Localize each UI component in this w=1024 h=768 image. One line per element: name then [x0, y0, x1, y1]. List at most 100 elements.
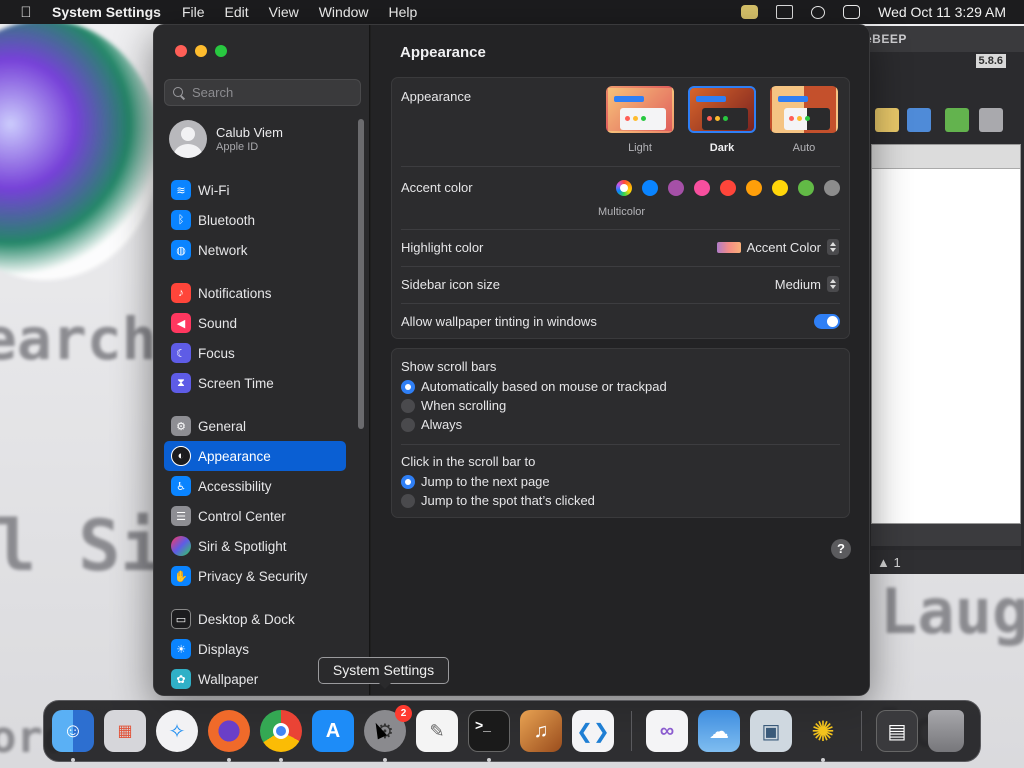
sidebar-item-screen-time[interactable]: ⧗ Screen Time [164, 368, 346, 398]
show-scroll-bars-label: Show scroll bars [401, 359, 497, 374]
hourglass-icon: ⧗ [171, 373, 191, 393]
background-app-status-bar [871, 524, 1021, 546]
finder-icon[interactable]: ☺ [52, 710, 94, 752]
minimize-button[interactable] [195, 45, 207, 57]
accent-pink[interactable] [694, 180, 710, 196]
highlight-color-popup[interactable]: Accent Color [716, 239, 839, 255]
sidebar-icon-size-popup[interactable]: Medium [775, 276, 839, 292]
radio-scroll-when-scrolling[interactable]: When scrolling [401, 398, 506, 413]
radio-button [401, 379, 415, 394]
menu-edit[interactable]: Edit [225, 4, 249, 20]
appearance-icon: ◐ [171, 446, 191, 466]
appearance-option-label: Light [628, 142, 652, 154]
accent-red[interactable] [720, 180, 736, 196]
main-pane: Appearance Appearance Light Dark Auto Ac… [371, 25, 869, 695]
sidebar-item-desktop-dock[interactable]: ▭ Desktop & Dock [164, 604, 346, 634]
scroll-bars-card: Show scroll bars Automatically based on … [391, 348, 850, 518]
menu-file[interactable]: File [182, 4, 205, 20]
search-icon [173, 86, 185, 99]
appearance-option-auto[interactable]: Auto [769, 86, 839, 154]
sidebar-item-label: Focus [198, 345, 235, 361]
visual-studio-icon[interactable]: ∞ [646, 710, 688, 752]
apple-menu-icon[interactable]:  [0, 4, 52, 21]
sidebar-item-wifi[interactable]: ≋ Wi-Fi [164, 175, 346, 205]
vscode-icon[interactable]: ❮❯ [572, 710, 614, 752]
click-scroll-bar-label: Click in the scroll bar to [401, 454, 536, 469]
status-count: 1 [893, 555, 901, 570]
envelope-icon[interactable] [875, 108, 899, 132]
accent-green[interactable] [798, 180, 814, 196]
menu-help[interactable]: Help [389, 4, 418, 20]
bluetooth-icon: ᛒ [171, 210, 191, 230]
accent-blue[interactable] [642, 180, 658, 196]
sidebar-item-general[interactable]: ⚙ General [164, 411, 346, 441]
sidebar-item-sound[interactable]: ◀ Sound [164, 308, 346, 338]
accent-graphite[interactable] [824, 180, 840, 196]
sidebar-scrollbar[interactable] [358, 119, 364, 429]
sidebar-item-network[interactable]: ◍ Network [164, 235, 346, 265]
menu-window[interactable]: Window [319, 4, 369, 20]
radio-jump-next-page[interactable]: Jump to the next page [401, 474, 550, 489]
radio-label: Always [421, 417, 463, 432]
appearance-option-label: Auto [792, 142, 816, 154]
appearance-option-label: Dark [709, 142, 735, 154]
accent-orange[interactable] [746, 180, 762, 196]
bee-status-icon[interactable] [741, 5, 759, 19]
window-status-icon[interactable] [776, 5, 794, 19]
menu-view[interactable]: View [269, 4, 299, 20]
radio-label: Jump to the next page [421, 474, 550, 489]
search-input[interactable] [192, 85, 352, 100]
trash-icon[interactable] [928, 710, 964, 752]
textedit-icon[interactable]: ✎ [416, 710, 458, 752]
firefox-icon[interactable] [208, 710, 250, 752]
network-icon[interactable] [907, 108, 931, 132]
sidebar-item-privacy-security[interactable]: ✋ Privacy & Security [164, 561, 346, 591]
accent-purple[interactable] [668, 180, 684, 196]
accent-yellow[interactable] [772, 180, 788, 196]
sidebar-item-bluetooth[interactable]: ᛒ Bluetooth [164, 205, 346, 235]
menu-app-name[interactable]: System Settings [52, 4, 161, 20]
appearance-option-dark[interactable]: Dark [687, 86, 757, 154]
radio-jump-spot-clicked[interactable]: Jump to the spot that’s clicked [401, 493, 595, 508]
background-app-version: 5.8.6 [975, 54, 1006, 68]
bee-icon[interactable]: ✺ [802, 710, 844, 752]
sidebar-item-label: Appearance [198, 448, 271, 464]
trash-bin-icon[interactable] [979, 108, 1003, 132]
clock[interactable]: Wed Oct 11 3:29 AM [878, 4, 1006, 20]
terminal-icon[interactable]: >_ [468, 710, 510, 752]
search-field[interactable] [164, 79, 361, 106]
control-center-icon[interactable] [843, 5, 861, 19]
spotlight-icon[interactable] [811, 5, 826, 19]
sidebar-item-notifications[interactable]: ♪ Notifications [164, 278, 346, 308]
apple-id-account[interactable]: Calub Viem Apple ID [169, 120, 283, 158]
moon-icon: ☾ [171, 343, 191, 363]
preview-icon[interactable]: ▣ [750, 710, 792, 752]
chrome-icon[interactable] [260, 710, 302, 752]
weather-icon[interactable]: ☁ [698, 710, 740, 752]
background-app-sheet [871, 144, 1021, 524]
launchpad-icon[interactable]: ▦ [104, 710, 146, 752]
sidebar-item-appearance[interactable]: ◐ Appearance [164, 441, 346, 471]
sidebar-item-accessibility[interactable]: ♿ Accessibility [164, 471, 346, 501]
sidebar-item-control-center[interactable]: ☰ Control Center [164, 501, 346, 531]
app-store-icon[interactable]: A [312, 710, 354, 752]
garageband-icon[interactable]: ♫ [520, 710, 562, 752]
radio-scroll-always[interactable]: Always [401, 417, 462, 432]
background-app-window[interactable]: eBEEP 5.8.6 ▲ 1 [862, 26, 1024, 574]
running-indicator [279, 758, 283, 762]
appearance-option-light[interactable]: Light [605, 86, 675, 154]
accent-multicolor[interactable] [616, 180, 632, 196]
help-button[interactable]: ? [831, 539, 851, 559]
radio-scroll-auto[interactable]: Automatically based on mouse or trackpad [401, 379, 667, 394]
background-app-title: eBEEP [863, 26, 1024, 52]
zoom-button[interactable] [215, 45, 227, 57]
sidebar-item-focus[interactable]: ☾ Focus [164, 338, 346, 368]
safari-icon[interactable]: ✧ [156, 710, 198, 752]
wallpaper-tinting-toggle[interactable] [814, 314, 840, 329]
close-button[interactable] [175, 45, 187, 57]
screenshot-folder-icon[interactable]: ▤ [876, 710, 918, 752]
sidebar-item-siri-spotlight[interactable]: Siri & Spotlight [164, 531, 346, 561]
download-icon[interactable] [945, 108, 969, 132]
avatar [169, 120, 207, 158]
sidebar-item-label: General [198, 418, 247, 434]
